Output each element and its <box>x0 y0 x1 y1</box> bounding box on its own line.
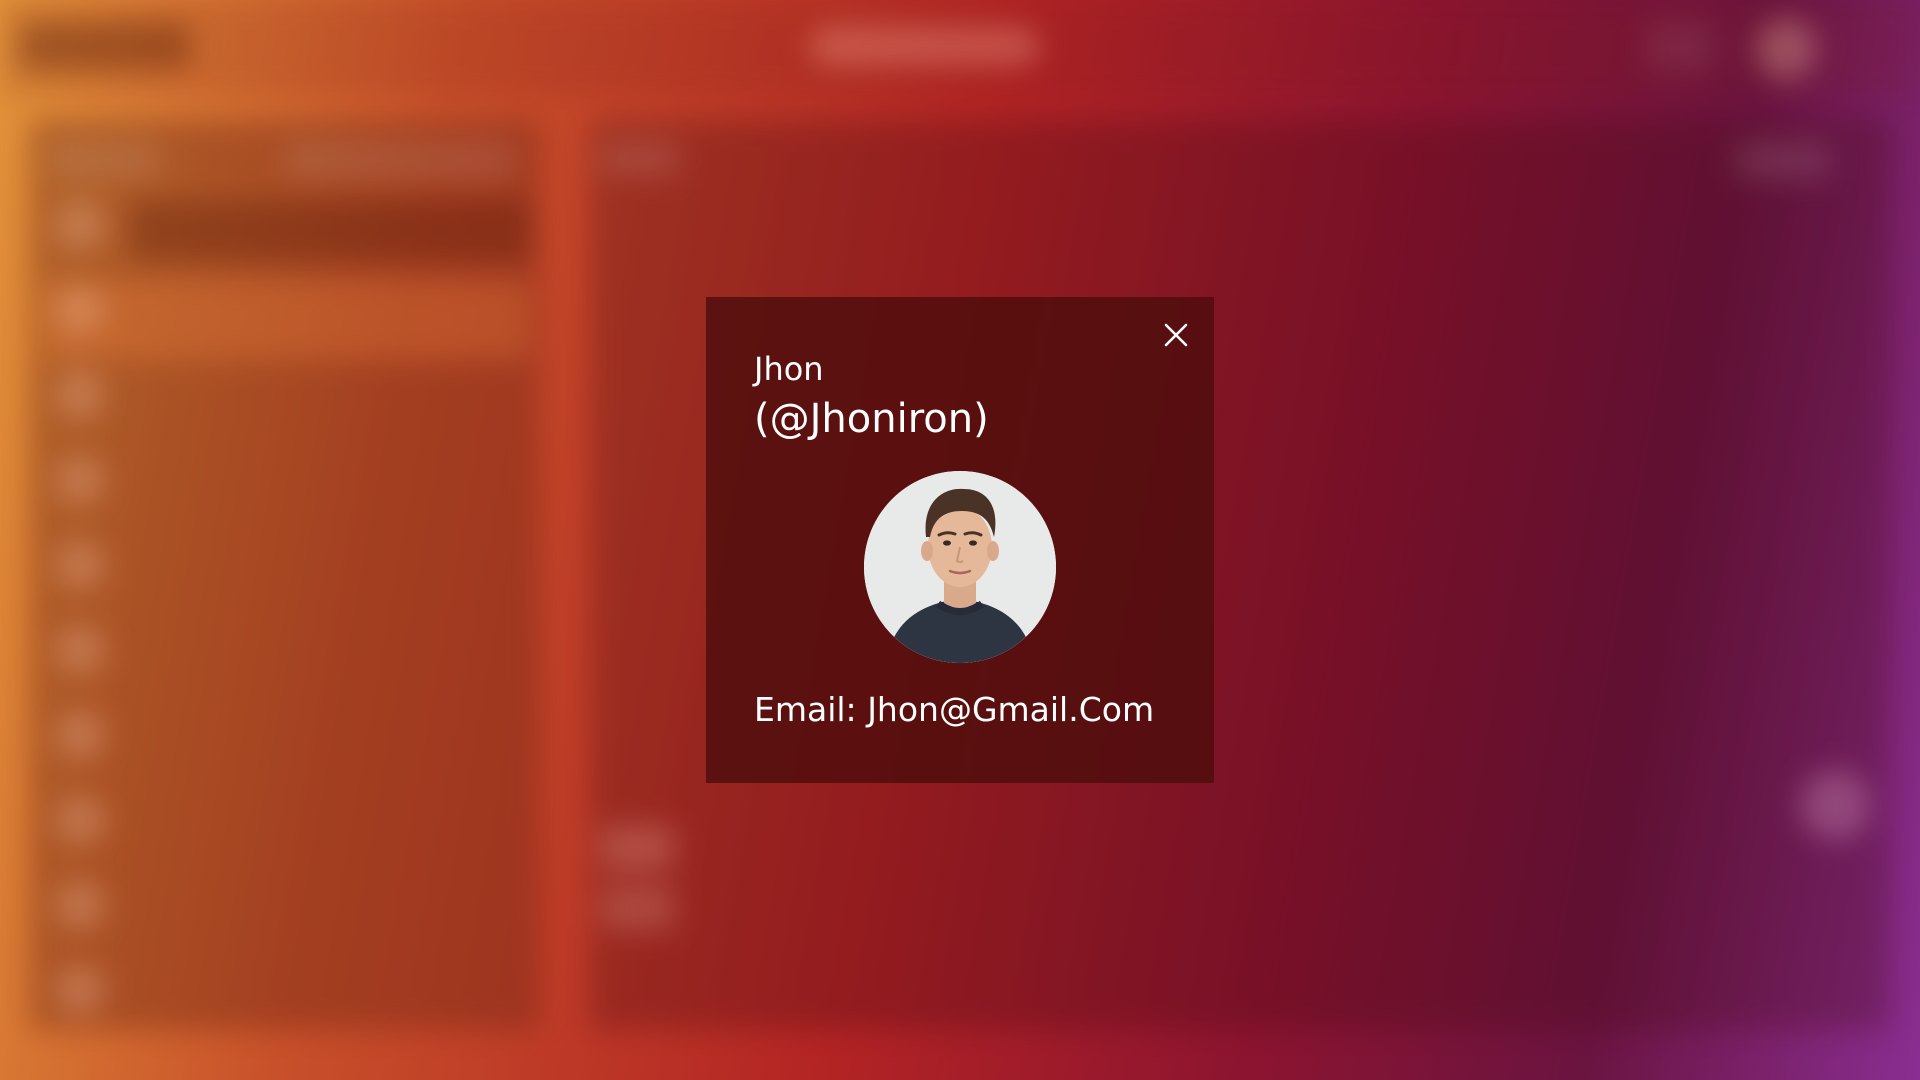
user-handle: (@Jhoniron) <box>754 396 989 442</box>
bg-rail-item <box>55 710 105 760</box>
email-line: Email: Jhon@Gmail.Com <box>754 690 1154 730</box>
email-value[interactable]: Jhon@Gmail.Com <box>867 690 1154 729</box>
bg-rail-item <box>55 540 105 590</box>
bg-rail-item <box>55 285 105 335</box>
bg-chat-bubble <box>600 885 675 930</box>
bg-rail-item <box>55 625 105 675</box>
user-name: Jhon <box>754 350 824 388</box>
user-profile-modal: Jhon (@Jhoniron) Email: Jhon@Gmail.Com <box>706 297 1214 783</box>
bg-rail-item <box>55 370 105 420</box>
bg-chat-bubble <box>600 825 675 870</box>
bg-header-icon <box>1645 22 1715 72</box>
close-icon <box>1164 323 1188 347</box>
bg-user-avatar <box>1755 18 1817 80</box>
bg-rail-item <box>55 965 105 1015</box>
avatar <box>864 471 1056 663</box>
bg-highlight-row <box>40 280 530 360</box>
close-button[interactable] <box>1158 317 1194 353</box>
bg-sidebar-header <box>50 140 160 180</box>
bg-rail-item <box>55 200 105 250</box>
bg-active-row <box>130 200 530 260</box>
avatar-photo <box>864 471 1056 663</box>
bg-logo <box>20 22 190 70</box>
bg-chat-title <box>600 140 680 176</box>
bg-rail-item <box>55 880 105 930</box>
bg-search-bar <box>810 26 1040 66</box>
bg-rail-item <box>55 795 105 845</box>
bg-floating-button <box>1800 770 1870 840</box>
email-label: Email: <box>754 690 857 729</box>
bg-rail-item <box>55 455 105 505</box>
app-screen: Jhon (@Jhoniron) Email: Jhon@Gmail.Com <box>0 0 1920 1080</box>
bg-chat-action <box>1735 140 1830 180</box>
bg-sidebar-header-secondary <box>285 140 515 180</box>
